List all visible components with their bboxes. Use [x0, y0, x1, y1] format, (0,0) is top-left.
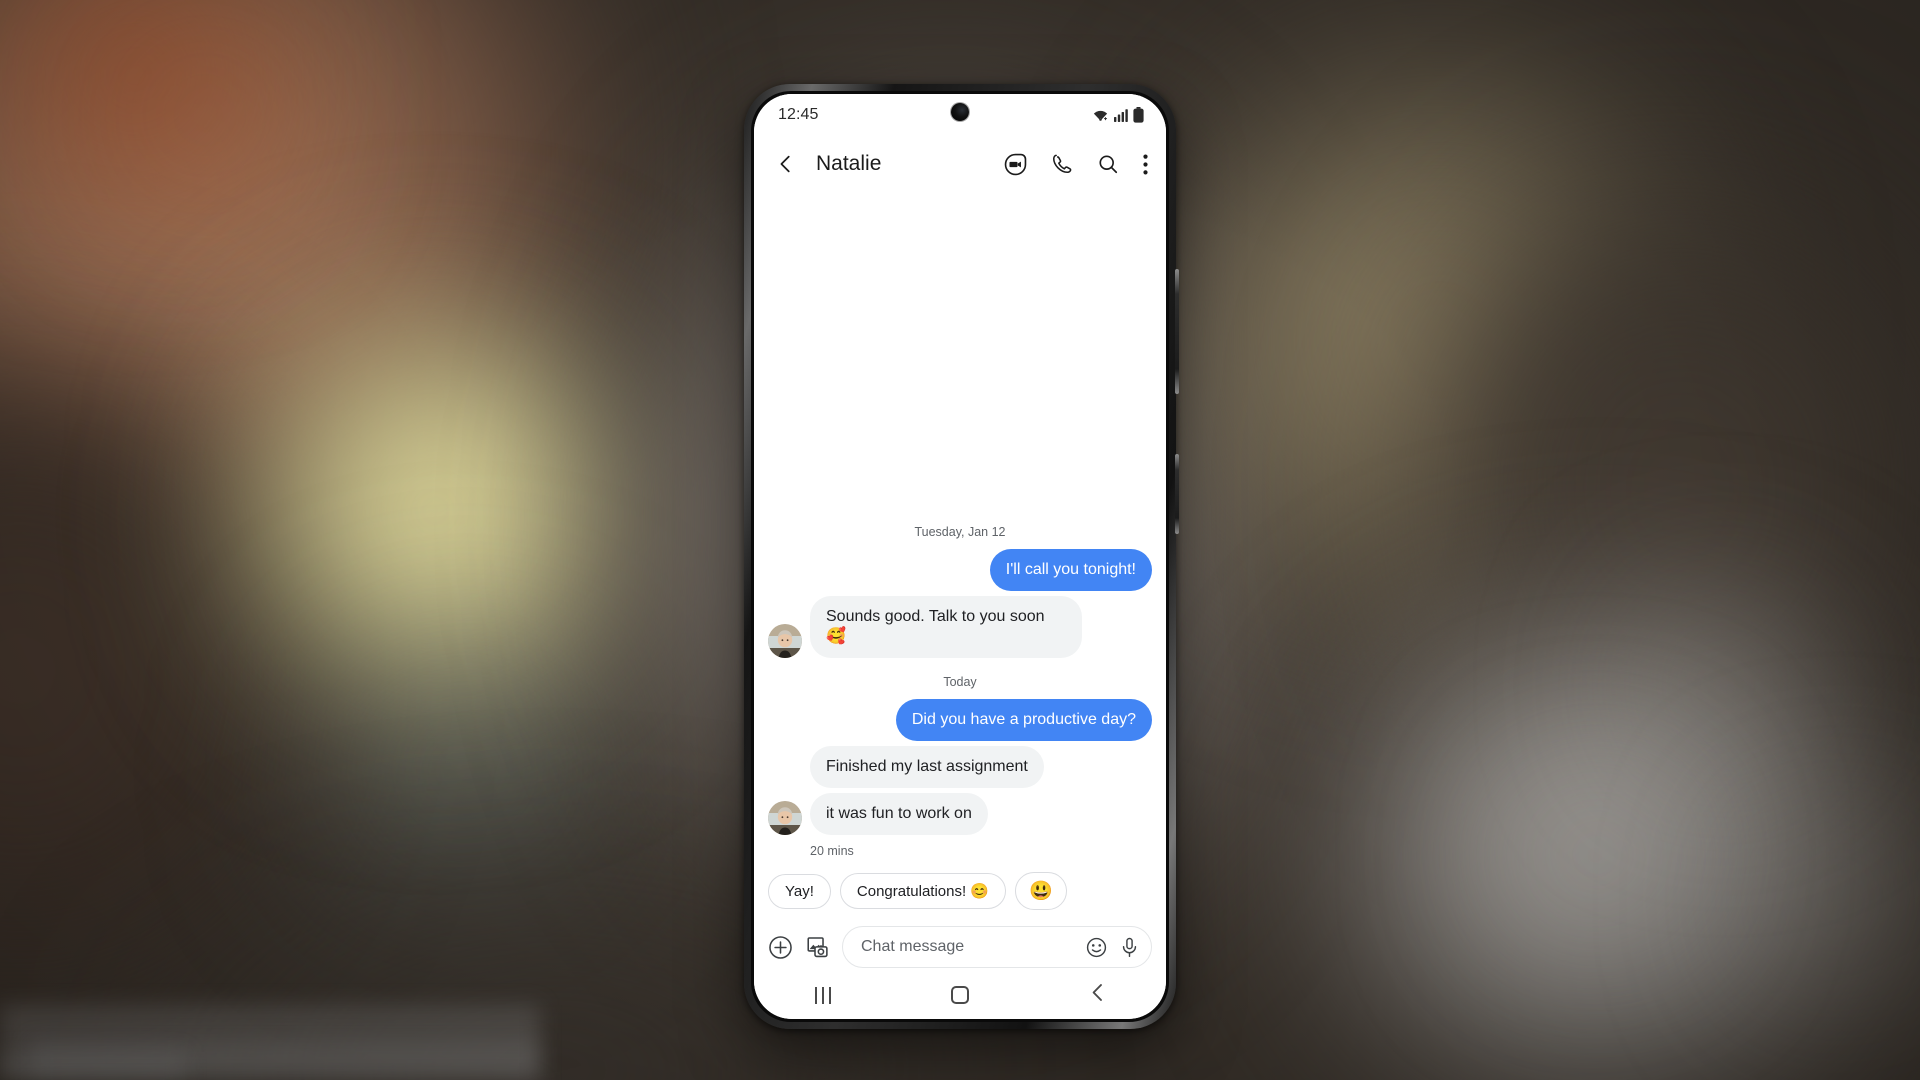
- microphone-icon[interactable]: [1118, 936, 1141, 959]
- date-separator: Tuesday, Jan 12: [914, 525, 1006, 539]
- recents-bars-icon: [814, 986, 831, 1004]
- plus-circle-icon[interactable]: [768, 935, 793, 960]
- message-row[interactable]: it was fun to work on: [768, 793, 1152, 835]
- status-bar-icons: [1092, 107, 1144, 123]
- emoji-smiley-icon[interactable]: [1085, 936, 1108, 959]
- message-bubble-incoming[interactable]: Finished my last assignment: [810, 746, 1044, 788]
- smart-reply-chip-1[interactable]: Yay!: [768, 873, 831, 909]
- home-square-icon: [950, 986, 969, 1004]
- nav-recents-button[interactable]: [778, 986, 868, 1004]
- cellular-signal-icon: [1114, 108, 1128, 122]
- chat-message-input[interactable]: [861, 938, 1075, 956]
- message-row[interactable]: Sounds good. Talk to you soon 🥰: [768, 596, 1152, 658]
- message-bubble-outgoing[interactable]: Did you have a productive day?: [895, 699, 1152, 741]
- message-timestamp: 20 mins: [810, 844, 854, 858]
- message-row[interactable]: I'll call you tonight!: [768, 549, 1152, 591]
- conversation-thread[interactable]: Tuesday, Jan 12 I'll call you tonight! S…: [754, 192, 1166, 862]
- system-navigation-bar: [754, 975, 1166, 1019]
- front-camera-punch-hole: [951, 103, 969, 121]
- overflow-menu-icon[interactable]: [1143, 154, 1148, 175]
- message-row[interactable]: Finished my last assignment: [768, 746, 1152, 788]
- message-row[interactable]: Did you have a productive day?: [768, 699, 1152, 741]
- compose-bar: [754, 919, 1166, 975]
- wifi-icon: [1092, 108, 1109, 123]
- smart-reply-chips: Yay! Congratulations! 😊 😃: [754, 862, 1166, 919]
- video-call-icon[interactable]: [1004, 153, 1027, 176]
- back-chevron-icon[interactable]: [768, 153, 804, 175]
- power-button[interactable]: [1175, 454, 1179, 534]
- back-chevron-icon: [1089, 983, 1106, 1007]
- app-bar: Natalie: [754, 136, 1166, 192]
- phone-device-frame: 12:45 Natalie Tuesday, Jan 12 I'll call …: [744, 84, 1179, 1029]
- nav-home-button[interactable]: [915, 986, 1005, 1004]
- message-bubble-incoming[interactable]: Sounds good. Talk to you soon 🥰: [810, 596, 1082, 658]
- app-bar-actions: [1004, 153, 1150, 176]
- phone-screen: 12:45 Natalie Tuesday, Jan 12 I'll call …: [754, 94, 1166, 1019]
- page-title: Natalie: [816, 152, 882, 175]
- avatar: [768, 624, 802, 658]
- avatar: [768, 801, 802, 835]
- date-separator: Today: [943, 675, 977, 689]
- image-camera-icon[interactable]: [805, 935, 830, 960]
- nav-back-button[interactable]: [1052, 983, 1142, 1007]
- search-icon[interactable]: [1097, 153, 1119, 175]
- battery-icon: [1133, 107, 1144, 123]
- phone-call-icon[interactable]: [1051, 153, 1073, 175]
- status-bar-clock: 12:45: [778, 106, 819, 123]
- chat-input-pill[interactable]: [842, 926, 1152, 968]
- message-bubble-outgoing[interactable]: I'll call you tonight!: [989, 549, 1152, 591]
- volume-button[interactable]: [1175, 269, 1179, 394]
- smart-reply-chip-3[interactable]: 😃: [1014, 872, 1067, 910]
- status-bar: 12:45: [754, 94, 1166, 136]
- phone-bezel: 12:45 Natalie Tuesday, Jan 12 I'll call …: [751, 91, 1169, 1022]
- smart-reply-chip-2[interactable]: Congratulations! 😊: [839, 873, 1006, 909]
- message-bubble-incoming[interactable]: it was fun to work on: [810, 793, 988, 835]
